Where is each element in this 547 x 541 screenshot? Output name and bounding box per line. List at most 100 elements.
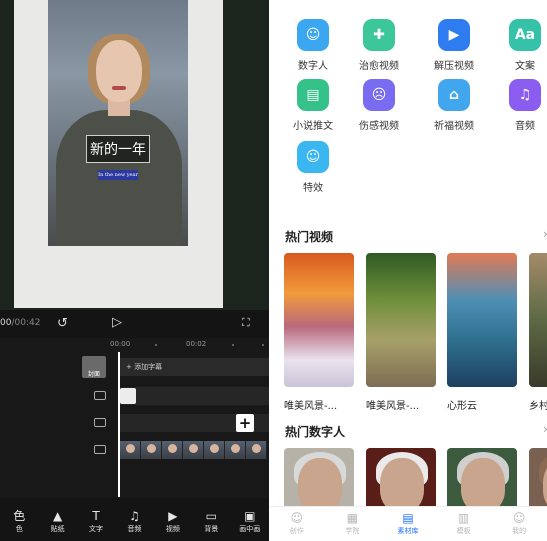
play-icon[interactable]: ▷ [112, 316, 122, 329]
white-clip[interactable] [120, 388, 136, 404]
category-temple[interactable]: ⌂ 祈福视频 [421, 79, 487, 132]
nav-create[interactable]: ☺ 创作 [269, 507, 325, 541]
ruler-label: 00:02 [186, 340, 207, 348]
cover-label: 封面 [87, 371, 100, 378]
undo-icon[interactable]: ↺ [57, 317, 68, 330]
add-subtitle-track[interactable]: + 添加字幕 [120, 358, 269, 376]
hot-videos-title: 热门视频 [285, 230, 334, 244]
editor-toolbar: 色色 ▲ 贴纸 T 文字 ♫ 音频 ▶ 视频 ▭ 背景 ▣ 画中画 [0, 502, 269, 541]
category-sad-face[interactable]: ☹ 伤感视频 [346, 79, 412, 132]
category-book[interactable]: ▤ 小说推文 [280, 79, 346, 132]
video-card-label: 心形云 [447, 401, 477, 412]
video-card[interactable] [366, 253, 436, 387]
tool-sticker[interactable]: ▲ 贴纸 [38, 502, 76, 541]
caption-text[interactable]: 新的一年 [86, 135, 150, 163]
category-label: 数字人 [298, 61, 328, 72]
tool-video[interactable]: ▶ 视频 [154, 502, 192, 541]
ruler-label: 00:00 [110, 340, 131, 348]
nav-library[interactable]: ▤ 素材库 [380, 507, 436, 541]
tool-audio[interactable]: ♫ 音频 [115, 502, 153, 541]
video-editor: 新的一年 In the new year 00/00:42 ↺ ▷ ⛶ 00:0… [0, 0, 269, 541]
category-label: 小说推文 [293, 121, 333, 132]
sad-face-icon: ☹ [363, 79, 395, 111]
video-card[interactable] [284, 253, 354, 387]
video-card-label: 唯美风景-... [284, 401, 338, 412]
category-label: 文案 [515, 61, 535, 72]
video-icon: ▶ [168, 508, 178, 523]
category-label: 音频 [515, 121, 535, 132]
text-icon: Aa [509, 19, 541, 51]
music-icon: ♫ [509, 79, 541, 111]
background-icon: ▭ [205, 508, 217, 523]
playhead[interactable] [118, 352, 120, 497]
nav-label: 模板 [456, 527, 471, 535]
nav-label: 学院 [345, 527, 360, 535]
category-person[interactable]: ☺ 数字人 [280, 19, 346, 72]
category-label: 特效 [303, 183, 323, 194]
nav-label: 素材库 [397, 527, 419, 535]
color-icon: 色 [13, 508, 26, 523]
digital-human-card[interactable] [366, 448, 436, 508]
digital-human-card[interactable] [529, 448, 547, 508]
video-card-label: 唯美风景-... [366, 401, 420, 412]
hot-digital-title: 热门数字人 [285, 425, 346, 439]
nav-label: 创作 [289, 527, 304, 535]
book-icon: ▤ [297, 79, 329, 111]
category-bandage[interactable]: ✚ 治愈视频 [346, 19, 412, 72]
nav-profile[interactable]: ☺ 我的 [491, 507, 547, 541]
nav-templates[interactable]: ▥ 模板 [436, 507, 492, 541]
material-library: ☺ 数字人 ✚ 治愈视频 ▶ 解压视频 Aa 文案 ▤ 小说推文 ☹ 伤感视频 ⌂ 祈福视频 ♫ 音频 ☺ 特效 … [269, 0, 547, 541]
current-time: 00 [0, 318, 12, 328]
video-card[interactable] [447, 253, 517, 387]
track-box-icon [94, 391, 106, 400]
portrait-image [48, 0, 188, 246]
preview-canvas[interactable]: 新的一年 In the new year [0, 0, 269, 310]
bandage-icon: ✚ [363, 19, 395, 51]
tool-color[interactable]: 色色 [0, 502, 38, 541]
effects-icon: ☺ [297, 141, 329, 173]
nav-templates-icon: ▥ [457, 511, 470, 525]
music-icon: ♫ [129, 508, 140, 523]
category-label: 治愈视频 [359, 61, 399, 72]
temple-icon: ⌂ [438, 79, 470, 111]
text-icon: T [92, 508, 100, 523]
play-icon: ▶ [438, 19, 470, 51]
filmstrip-track[interactable] [120, 441, 269, 459]
digital-human-card[interactable] [284, 448, 354, 508]
category-label: 解压视频 [434, 61, 474, 72]
nav-academy[interactable]: ▦ 学院 [325, 507, 381, 541]
category-music[interactable]: ♫ 音频 [492, 79, 547, 132]
time-ruler: 00:00 00:02 [0, 338, 269, 352]
fullscreen-icon[interactable]: ⛶ [242, 317, 250, 328]
bottom-nav: ☺ 创作 ▦ 学院 ▤ 素材库 ▥ 模板 ☺ 我的 [269, 506, 547, 541]
playback-controls: 00/00:42 ↺ ▷ ⛶ [0, 310, 269, 338]
nav-academy-icon: ▦ [346, 511, 359, 525]
cover-thumbnail[interactable]: 封面 [82, 356, 106, 378]
tool-background[interactable]: ▭ 背景 [192, 502, 230, 541]
tool-text[interactable]: T 文字 [77, 502, 115, 541]
category-label: 伤感视频 [359, 121, 399, 132]
caption-subtitle[interactable]: In the new year [98, 170, 138, 180]
track-play-icon [94, 418, 106, 427]
nav-label: 我的 [512, 527, 527, 535]
category-label: 祈福视频 [434, 121, 474, 132]
category-text[interactable]: Aa 文案 [492, 19, 547, 72]
tool-pip[interactable]: ▣ 画中画 [231, 502, 269, 541]
add-clip-button[interactable]: + [236, 414, 254, 432]
nav-create-icon: ☺ [290, 511, 304, 525]
total-time: /00:42 [11, 318, 41, 328]
category-play[interactable]: ▶ 解压视频 [421, 19, 487, 72]
person-icon: ☺ [297, 19, 329, 51]
track-link-icon [94, 445, 106, 454]
nav-library-icon: ▤ [402, 511, 414, 525]
sticker-track[interactable] [120, 387, 269, 405]
video-card[interactable] [529, 253, 547, 387]
pip-icon: ▣ [244, 508, 256, 523]
digital-human-card[interactable] [447, 448, 517, 508]
sticker-icon: ▲ [53, 508, 63, 523]
hot-digital-more-icon[interactable]: › [543, 422, 547, 436]
video-card-label: 乡村 [529, 401, 547, 412]
category-effects[interactable]: ☺ 特效 [280, 141, 346, 194]
nav-profile-icon: ☺ [512, 511, 526, 525]
hot-videos-more-icon[interactable]: › [543, 227, 547, 241]
